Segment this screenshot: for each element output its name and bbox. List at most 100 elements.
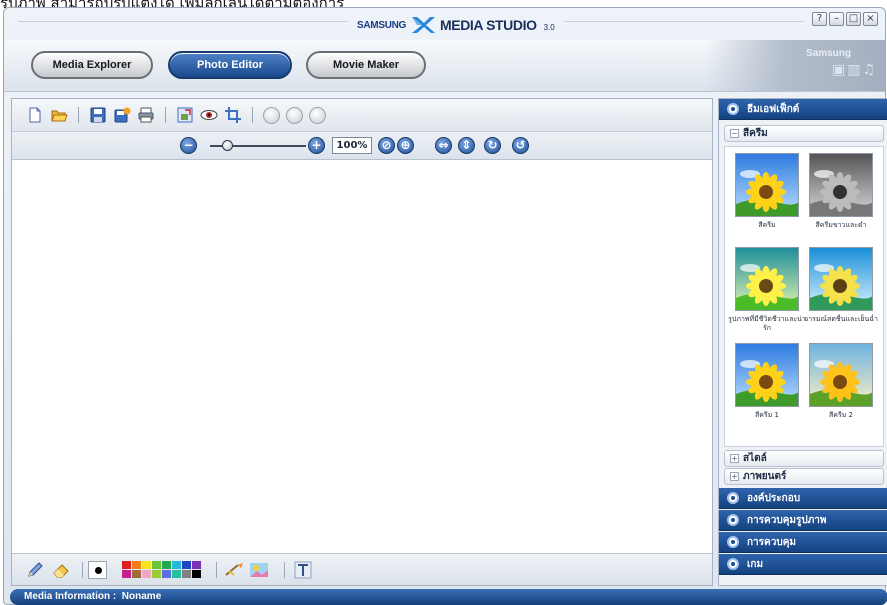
thumbnail-cream-bw[interactable] (809, 153, 873, 217)
help-button[interactable]: ? (812, 12, 827, 26)
eraser-icon[interactable] (52, 561, 70, 579)
color-palette (122, 561, 201, 578)
thumbnail-label: รูปภาพที่มีชีวิตชีวาและน่ารัก (728, 315, 806, 332)
color-swatch[interactable] (122, 561, 131, 569)
section-elements[interactable]: องค์ประกอบ (719, 488, 887, 509)
deco-samsung-text: Samsung (805, 48, 851, 59)
thumbnail-label: สีครีม (758, 221, 776, 229)
color-swatch[interactable] (182, 561, 191, 569)
tab-media-explorer[interactable]: Media Explorer (31, 51, 153, 79)
maximize-button[interactable]: □ (846, 12, 861, 26)
flip-horizontal-icon[interactable]: ⇔ (435, 137, 452, 154)
color-swatch[interactable] (162, 570, 171, 578)
sunflower-image (736, 344, 798, 406)
open-folder-icon[interactable] (50, 106, 68, 124)
media-info-label: Media Information : (24, 591, 117, 602)
sunflower-image (736, 154, 798, 216)
redo-icon[interactable] (286, 106, 303, 124)
section-label: ธีมเอฟเฟ็กต์ (747, 104, 800, 115)
close-button[interactable]: × (863, 12, 878, 26)
undo-icon[interactable] (263, 106, 280, 124)
magic-brush-icon[interactable] (224, 561, 246, 579)
tab-photo-editor[interactable]: Photo Editor (168, 51, 292, 79)
expand-icon: + (730, 454, 739, 463)
section-control[interactable]: การควบคุม (719, 532, 887, 553)
section-label: เกม (747, 559, 764, 570)
thumbnail-label: อารมณ์สดชื่นและเย็นฉ่ำ (804, 315, 878, 323)
save-as-icon[interactable] (113, 106, 131, 124)
zoom-level-field[interactable]: 100% (332, 137, 372, 154)
color-swatch[interactable] (172, 561, 181, 569)
rotate-left-90-icon[interactable]: ↺ (512, 137, 529, 154)
media-info-value: Noname (121, 591, 162, 602)
deco-media-icons: ▣▥♫ (831, 62, 877, 78)
thumbnail-cream[interactable] (735, 153, 799, 217)
image-canvas[interactable] (12, 161, 712, 554)
brand-product: MEDIA STUDIO (440, 17, 537, 33)
color-swatch[interactable] (142, 561, 151, 569)
thumbnail-cream-1[interactable] (735, 343, 799, 407)
subsection-style[interactable]: + สไตล์ (724, 450, 884, 467)
color-swatch[interactable] (192, 561, 201, 569)
color-swatch[interactable] (192, 570, 201, 578)
subsection-cream[interactable]: − สีครีม (724, 125, 884, 142)
mode-tabs-row: Media Explorer Photo Editor Movie Maker … (4, 40, 885, 92)
color-swatch[interactable] (132, 561, 141, 569)
stamp-icon[interactable] (248, 561, 270, 579)
toolbar-separator (82, 562, 83, 578)
thumbnail-vivid[interactable] (735, 247, 799, 311)
print-icon[interactable] (137, 106, 155, 124)
section-label: การควบคุม (747, 537, 796, 548)
color-swatch[interactable] (162, 561, 171, 569)
drawing-toolbar (12, 553, 712, 585)
subsection-label: ภาพยนตร์ (743, 471, 787, 482)
minimize-button[interactable]: – (829, 12, 844, 26)
color-swatch[interactable] (132, 570, 141, 578)
zoom-slider-handle[interactable] (222, 140, 234, 151)
brush-size-button[interactable] (88, 561, 107, 579)
sunflower-image (810, 344, 872, 406)
thumbnail-label: สีครีม 1 (754, 411, 779, 419)
sunflower-image (810, 154, 872, 216)
subsection-label: สีครีม (743, 128, 768, 139)
thumbnail-cool[interactable] (809, 247, 873, 311)
zoom-out-icon[interactable]: − (180, 137, 197, 154)
actual-size-icon[interactable]: ⊕ (397, 137, 414, 154)
fit-to-window-icon[interactable]: ⊘ (378, 137, 395, 154)
sunflower-image (736, 248, 798, 310)
section-theme-effects[interactable]: ธีมเอฟเฟ็กต์ (719, 99, 887, 120)
color-swatch[interactable] (142, 570, 151, 578)
brush-size-dot (95, 567, 102, 574)
section-image-control[interactable]: การควบคุมรูปภาพ (719, 510, 887, 531)
section-games[interactable]: เกม (719, 554, 887, 575)
color-swatch[interactable] (182, 570, 191, 578)
brand-samsung: SAMSUNG (357, 19, 407, 31)
subsection-movie[interactable]: + ภาพยนตร์ (724, 468, 884, 485)
reset-icon[interactable] (309, 106, 326, 124)
zoom-toolbar: − + 100% ⊘ ⊕ ⇔ ⇕ ↻ ↺ (12, 132, 712, 160)
thumbnail-label: สีครีมขาวและดำ (815, 221, 867, 229)
flip-vertical-icon[interactable]: ⇕ (458, 137, 475, 154)
status-bar: Media Information : Noname (10, 589, 887, 605)
color-swatch[interactable] (172, 570, 181, 578)
pencil-icon[interactable] (26, 561, 44, 579)
tab-movie-maker[interactable]: Movie Maker (306, 51, 426, 79)
color-swatch[interactable] (152, 570, 161, 578)
rotate-right-90-icon[interactable]: ↻ (484, 137, 501, 154)
red-eye-icon[interactable] (200, 106, 218, 124)
text-tool-icon[interactable] (294, 561, 312, 579)
resize-image-icon[interactable] (176, 106, 194, 124)
app-window: SAMSUNG MEDIA STUDIO 3.0 ? – □ × Media E… (3, 7, 887, 605)
toolbar-separator (284, 562, 285, 578)
brand-decoration: Samsung ▣▥♫ (705, 40, 885, 91)
new-file-icon[interactable] (26, 106, 44, 124)
thumbnail-cream-2[interactable] (809, 343, 873, 407)
color-swatch[interactable] (152, 561, 161, 569)
expand-icon: − (730, 129, 739, 138)
crop-icon[interactable] (224, 106, 242, 124)
zoom-in-icon[interactable]: + (308, 137, 325, 154)
toolbar-separator (252, 107, 253, 123)
color-swatch[interactable] (122, 570, 131, 578)
save-icon[interactable] (89, 106, 107, 124)
effects-panel: ธีมเอฟเฟ็กต์ − สีครีม สีครีม สีครีมขาวและ… (718, 98, 887, 586)
